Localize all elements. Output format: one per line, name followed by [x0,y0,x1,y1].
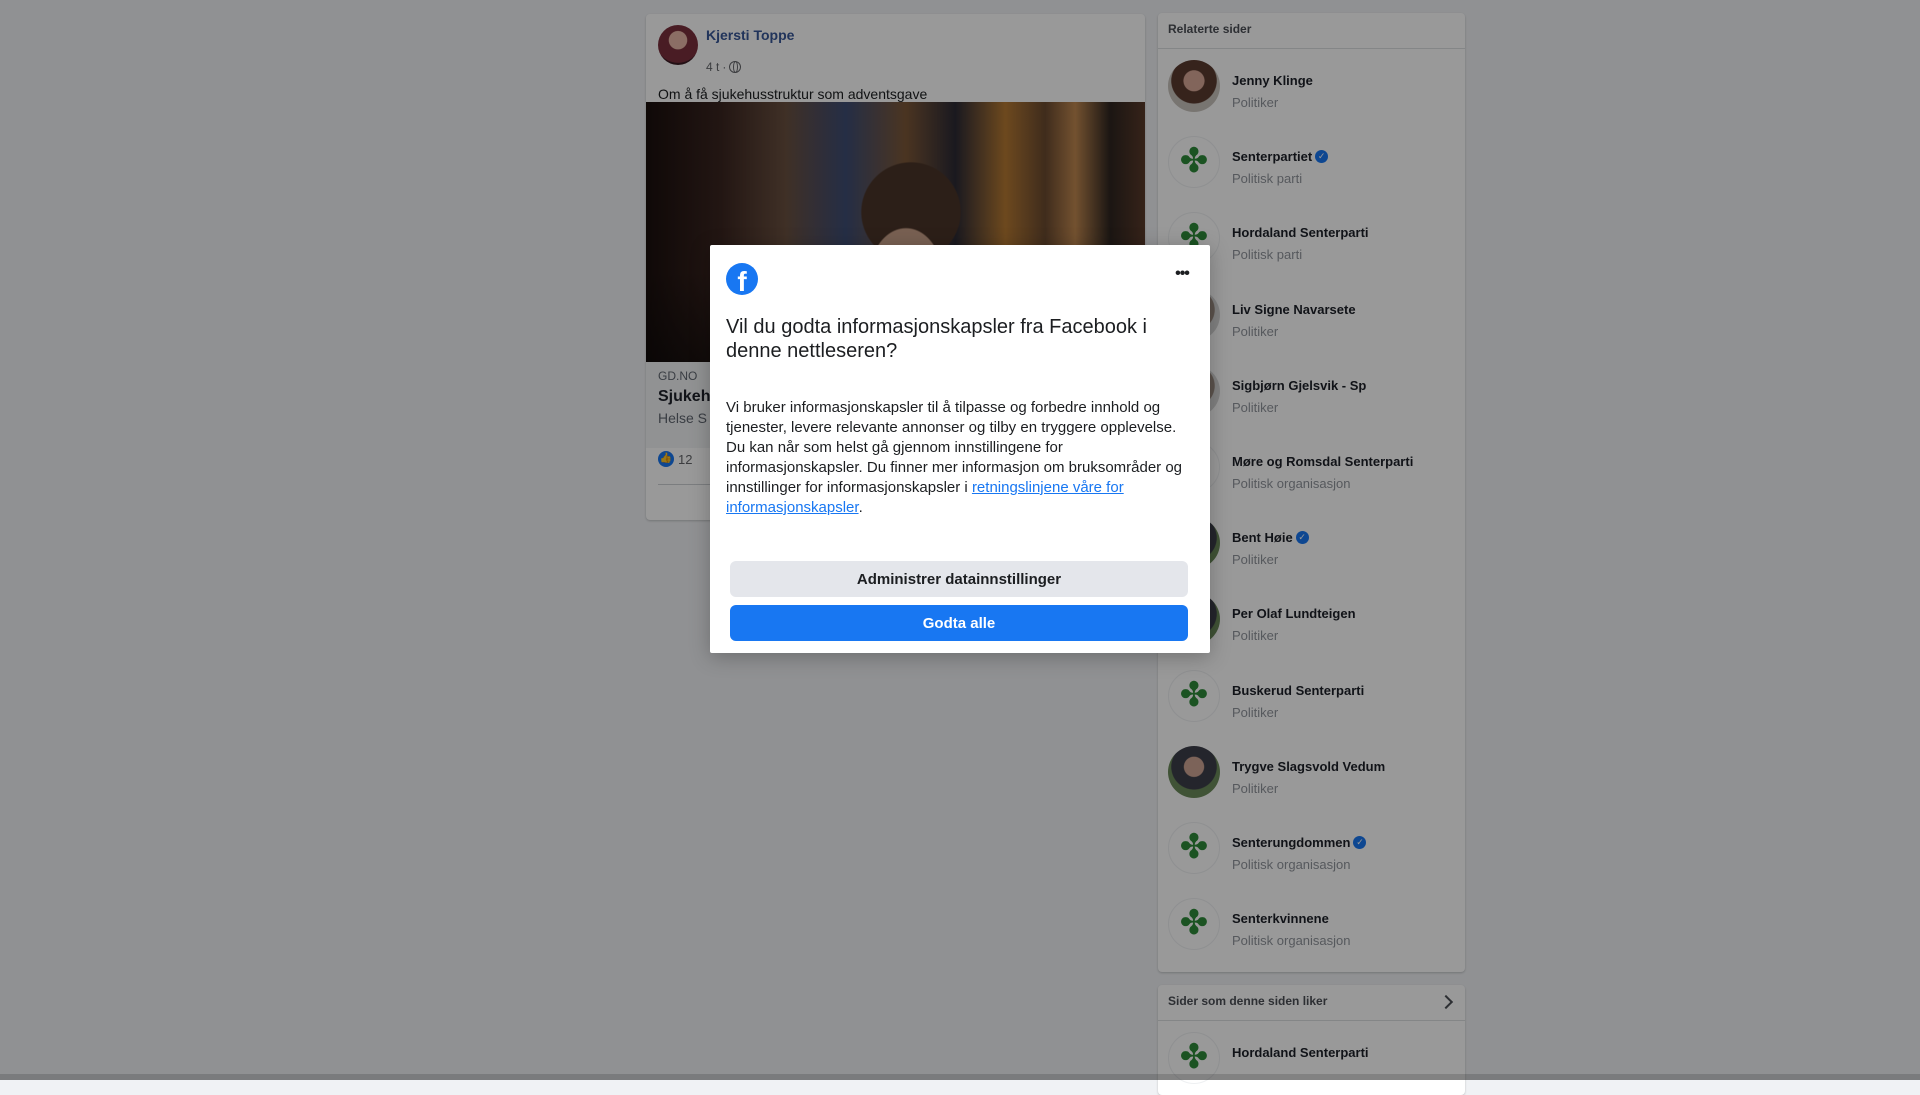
bottom-edge [0,1074,1920,1080]
facebook-icon: f [726,263,758,295]
more-options-icon[interactable]: ••• [1168,266,1196,287]
cookie-consent-dialog: f ••• Vil du godta informasjonskapsler f… [710,245,1210,653]
manage-data-settings-button[interactable]: Administrer datainnstillinger [730,561,1188,597]
accept-all-button[interactable]: Godta alle [730,605,1188,641]
dialog-body: Vi bruker informasjonskapsler til å tilp… [726,398,1196,518]
dialog-body-end: . [858,499,863,516]
dialog-title: Vil du godta informasjonskapsler fra Fac… [726,316,1147,362]
